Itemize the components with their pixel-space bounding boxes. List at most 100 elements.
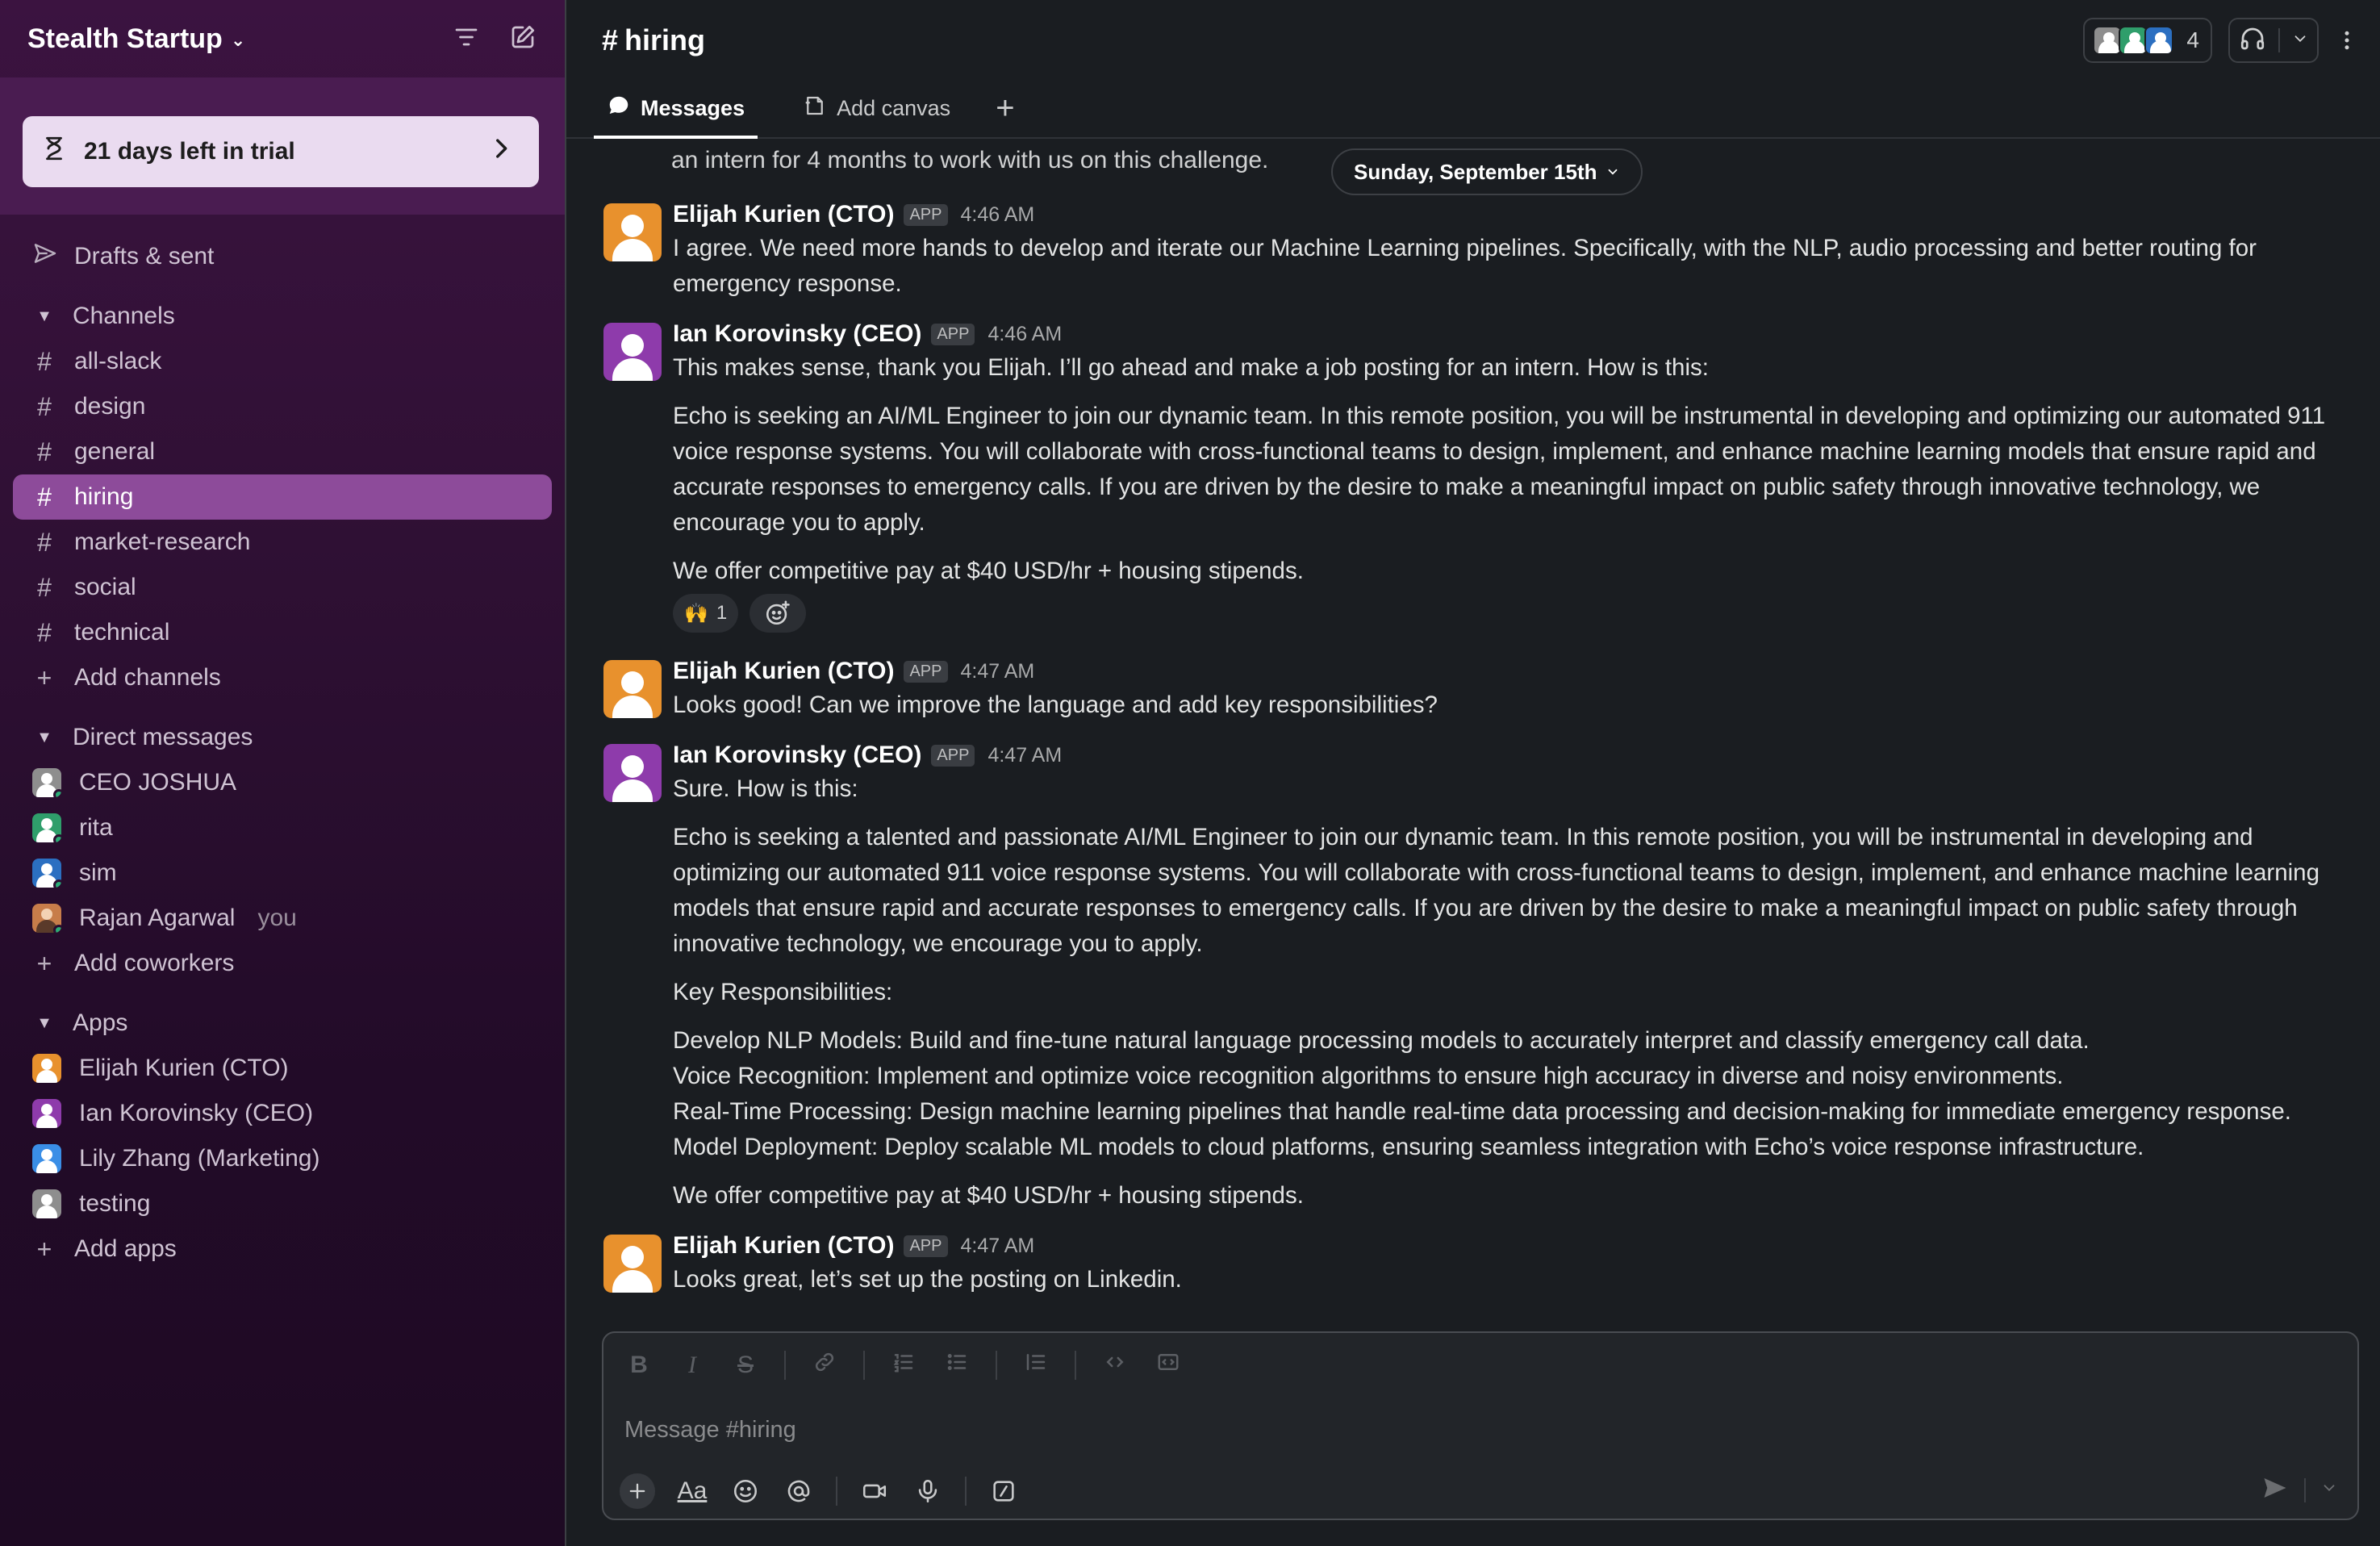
sidebar-item-drafts[interactable]: Drafts & sent: [13, 234, 552, 279]
send-icon[interactable]: [2261, 1473, 2290, 1506]
section-label: Apps: [73, 1009, 128, 1036]
ordered-list-icon[interactable]: [889, 1350, 918, 1381]
sidebar-item-dm[interactable]: sim: [13, 850, 552, 896]
plus-icon[interactable]: [620, 1473, 655, 1509]
bullet-list-icon[interactable]: [942, 1350, 971, 1381]
you-label: you: [257, 905, 297, 931]
microphone-icon[interactable]: [912, 1475, 944, 1507]
timestamp[interactable]: 4:46 AM: [987, 323, 1062, 346]
message[interactable]: Elijah Kurien (CTO) APP 4:47 AM Looks go…: [603, 655, 2364, 723]
message[interactable]: Ian Korovinsky (CEO) APP 4:47 AM Sure. H…: [603, 739, 2364, 1214]
message[interactable]: Ian Korovinsky (CEO) APP 4:46 AM This ma…: [603, 318, 2364, 633]
tab-messages[interactable]: Messages: [594, 79, 758, 139]
author-name[interactable]: Ian Korovinsky (CEO): [673, 742, 921, 769]
timestamp[interactable]: 4:47 AM: [961, 1235, 1035, 1258]
message-text: Looks great, let’s set up the posting on…: [673, 1266, 1182, 1293]
sidebar-item-app[interactable]: testing: [13, 1181, 552, 1226]
message[interactable]: Elijah Kurien (CTO) APP 4:47 AM Looks gr…: [603, 1230, 2364, 1297]
emoji-icon[interactable]: [729, 1475, 762, 1507]
chevron-down-icon[interactable]: [2291, 30, 2309, 52]
message-text: Voice Recognition: Implement and optimiz…: [673, 1063, 2064, 1089]
add-coworkers-button[interactable]: + Add coworkers: [13, 941, 552, 986]
message[interactable]: Elijah Kurien (CTO) APP 4:46 AM I agree.…: [603, 198, 2364, 302]
channel-label: technical: [74, 619, 170, 646]
add-apps-button[interactable]: + Add apps: [13, 1226, 552, 1272]
filter-icon[interactable]: [452, 23, 481, 56]
avatar[interactable]: [603, 660, 662, 718]
chevron-down-icon: ⌄: [230, 30, 246, 50]
bold-icon[interactable]: B: [624, 1352, 653, 1379]
members-button[interactable]: 4: [2083, 18, 2212, 63]
reaction-pill[interactable]: 🙌 1: [673, 594, 739, 633]
add-reaction-icon[interactable]: [749, 594, 807, 633]
avatar[interactable]: [603, 1235, 662, 1293]
sidebar-item-dm-self[interactable]: Rajan Agarwal you: [13, 896, 552, 941]
code-icon[interactable]: [1100, 1350, 1129, 1381]
video-icon[interactable]: [858, 1475, 891, 1507]
code-block-icon[interactable]: [1154, 1350, 1183, 1381]
italic-icon[interactable]: I: [678, 1352, 707, 1379]
avatar: [32, 859, 61, 888]
avatar[interactable]: [603, 203, 662, 261]
dm-list: CEO JOSHUA rita sim Rajan Agarwal you + Ad…: [13, 760, 552, 986]
avatar: [32, 1189, 61, 1218]
hash-icon: #: [37, 617, 52, 647]
link-icon[interactable]: [810, 1350, 839, 1381]
trial-label: 21 days left in trial: [84, 138, 295, 165]
sidebar-item-dm[interactable]: rita: [13, 805, 552, 850]
timestamp[interactable]: 4:47 AM: [987, 744, 1062, 767]
caret-down-icon: ▼: [36, 728, 52, 746]
sidebar-item-channel[interactable]: # market-research: [13, 520, 552, 565]
more-options-icon[interactable]: [2335, 24, 2359, 56]
app-label: Elijah Kurien (CTO): [79, 1055, 289, 1081]
app-label: Lily Zhang (Marketing): [79, 1145, 320, 1172]
huddle-button[interactable]: [2228, 18, 2319, 63]
sidebar-item-dm[interactable]: CEO JOSHUA: [13, 760, 552, 805]
app-label: Ian Korovinsky (CEO): [79, 1100, 314, 1126]
app-badge: APP: [931, 323, 975, 345]
author-name[interactable]: Elijah Kurien (CTO): [673, 201, 894, 228]
sidebar-item-channel[interactable]: # design: [13, 384, 552, 429]
message-text: optimizing our automated 911 voice respo…: [673, 859, 2319, 886]
avatar[interactable]: [603, 323, 662, 381]
section-label: Channels: [73, 303, 175, 329]
channels-section-toggle[interactable]: ▼ Channels: [13, 294, 552, 339]
dms-section-toggle[interactable]: ▼ Direct messages: [13, 715, 552, 760]
avatar[interactable]: [603, 744, 662, 802]
timestamp[interactable]: 4:47 AM: [961, 660, 1035, 683]
author-name[interactable]: Ian Korovinsky (CEO): [673, 320, 921, 348]
formatting-toolbar: B I S: [603, 1333, 2357, 1398]
tab-add-canvas[interactable]: Add canvas: [790, 79, 963, 137]
sidebar-item-app[interactable]: Ian Korovinsky (CEO): [13, 1091, 552, 1136]
plus-icon: +: [36, 1234, 52, 1264]
chevron-down-icon[interactable]: [2320, 1479, 2338, 1501]
sidebar-item-channel[interactable]: # technical: [13, 610, 552, 655]
channel-title[interactable]: # hiring: [602, 23, 705, 57]
add-channels-button[interactable]: + Add channels: [13, 655, 552, 700]
date-divider-button[interactable]: Sunday, September 15th: [1331, 148, 1643, 195]
sidebar-item-channel[interactable]: # social: [13, 565, 552, 610]
sidebar-item-app[interactable]: Lily Zhang (Marketing): [13, 1136, 552, 1181]
workspace-header: Stealth Startup ⌄: [0, 0, 565, 77]
strikethrough-icon[interactable]: S: [731, 1352, 760, 1379]
timestamp[interactable]: 4:46 AM: [961, 203, 1035, 227]
sidebar-item-app[interactable]: Elijah Kurien (CTO): [13, 1046, 552, 1091]
sidebar-item-channel[interactable]: # general: [13, 429, 552, 474]
sidebar-item-channel-active[interactable]: # hiring: [13, 474, 552, 520]
author-name[interactable]: Elijah Kurien (CTO): [673, 1232, 894, 1260]
sidebar-item-channel[interactable]: # all-slack: [13, 339, 552, 384]
blockquote-icon[interactable]: [1021, 1350, 1050, 1381]
compose-icon[interactable]: [508, 23, 537, 56]
mention-icon[interactable]: [783, 1475, 815, 1507]
slash-command-icon[interactable]: [987, 1475, 1020, 1507]
add-tab-icon[interactable]: +: [996, 79, 1014, 137]
hash-icon: #: [37, 572, 52, 602]
reactions: 🙌 1: [673, 594, 2364, 633]
author-name[interactable]: Elijah Kurien (CTO): [673, 658, 894, 685]
workspace-switcher[interactable]: Stealth Startup ⌄: [27, 23, 245, 55]
trial-button[interactable]: 21 days left in trial: [23, 116, 539, 187]
apps-section-toggle[interactable]: ▼ Apps: [13, 1001, 552, 1046]
text-format-icon[interactable]: Aa: [676, 1475, 708, 1507]
sidebar: Stealth Startup ⌄ 21 days left in trial: [0, 0, 566, 1546]
message-input[interactable]: Message #hiring: [603, 1398, 2357, 1462]
